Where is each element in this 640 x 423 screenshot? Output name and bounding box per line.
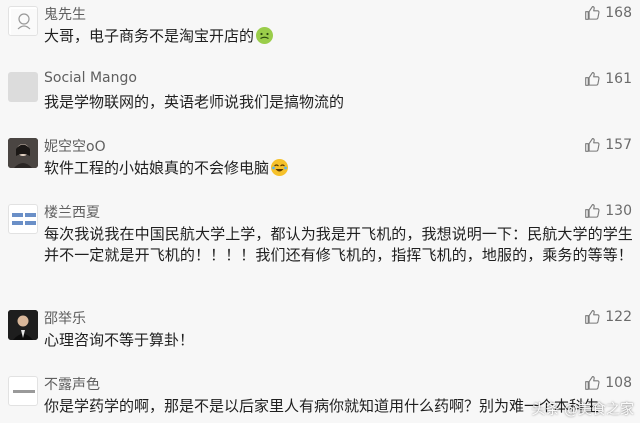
comment-item: 不露声色 108 你是学药学的啊，那是不是以后家里人有病你就知道用什么药啊？别为… [0, 374, 640, 423]
like-button[interactable]: 108 [584, 374, 632, 391]
avatar[interactable] [8, 72, 38, 102]
comment-item: 邵举乐 122 心理咨询不等于算卦！ [0, 308, 640, 370]
nauseated-emoji-icon [256, 27, 274, 44]
like-count: 161 [605, 70, 632, 87]
thumbs-up-icon [584, 136, 601, 153]
like-button[interactable]: 161 [584, 70, 632, 87]
comment-text: 我是学物联网的，英语老师说我们是搞物流的 [44, 93, 345, 111]
comment-item: 鬼先生 168 大哥，电子商务不是淘宝开店的 [0, 4, 640, 66]
comment-item: 妮空空oO 157 软件工程的小姑娘真的不会修电脑 [0, 136, 640, 198]
comment-item: 楼兰西夏 130 每次我说我在中国民航大学上学，都认为我是开飞机的，我想说明一下… [0, 202, 640, 310]
avatar[interactable] [8, 310, 38, 340]
user-name[interactable]: 不露声色 [44, 374, 100, 394]
like-button[interactable]: 122 [584, 308, 632, 325]
thumbs-up-icon [584, 202, 601, 219]
like-count: 108 [605, 374, 632, 391]
comment-text: 每次我说我在中国民航大学上学，都认为我是开飞机的，我想说明一下：民航大学的学生并… [44, 225, 633, 264]
thumbs-up-icon [584, 70, 601, 87]
like-count: 130 [605, 202, 632, 219]
thumbs-up-icon [584, 308, 601, 325]
user-name[interactable]: 楼兰西夏 [44, 202, 100, 222]
like-count: 122 [605, 308, 632, 325]
like-button[interactable]: 130 [584, 202, 632, 219]
avatar[interactable] [8, 6, 38, 36]
comment-text: 心理咨询不等于算卦！ [44, 331, 195, 349]
like-count: 168 [605, 4, 632, 21]
user-name[interactable]: 妮空空oO [44, 136, 106, 156]
comment-text: 软件工程的小姑娘真的不会修电脑 [44, 158, 634, 179]
user-name[interactable]: 邵举乐 [44, 308, 86, 328]
avatar[interactable] [8, 204, 38, 234]
thumbs-up-icon [584, 374, 601, 391]
like-button[interactable]: 157 [584, 136, 632, 153]
like-count: 157 [605, 136, 632, 153]
user-name[interactable]: 鬼先生 [44, 4, 86, 24]
comment-text: 大哥，电子商务不是淘宝开店的 [44, 26, 634, 47]
user-name[interactable]: Social Mango [44, 70, 137, 86]
avatar[interactable] [8, 138, 38, 168]
thumbs-up-icon [584, 4, 601, 21]
comment-item: Social Mango 161 我是学物联网的，英语老师说我们是搞物流的 [0, 70, 640, 132]
crying-laughing-emoji-icon [271, 159, 289, 176]
like-button[interactable]: 168 [584, 4, 632, 21]
avatar[interactable] [8, 376, 38, 406]
comment-text: 你是学药学的啊，那是不是以后家里人有病你就知道用什么药啊？别为难一个本科生 [44, 397, 600, 415]
comment-list: 鬼先生 168 大哥，电子商务不是淘宝开店的 Social Mango 161 … [0, 0, 640, 423]
